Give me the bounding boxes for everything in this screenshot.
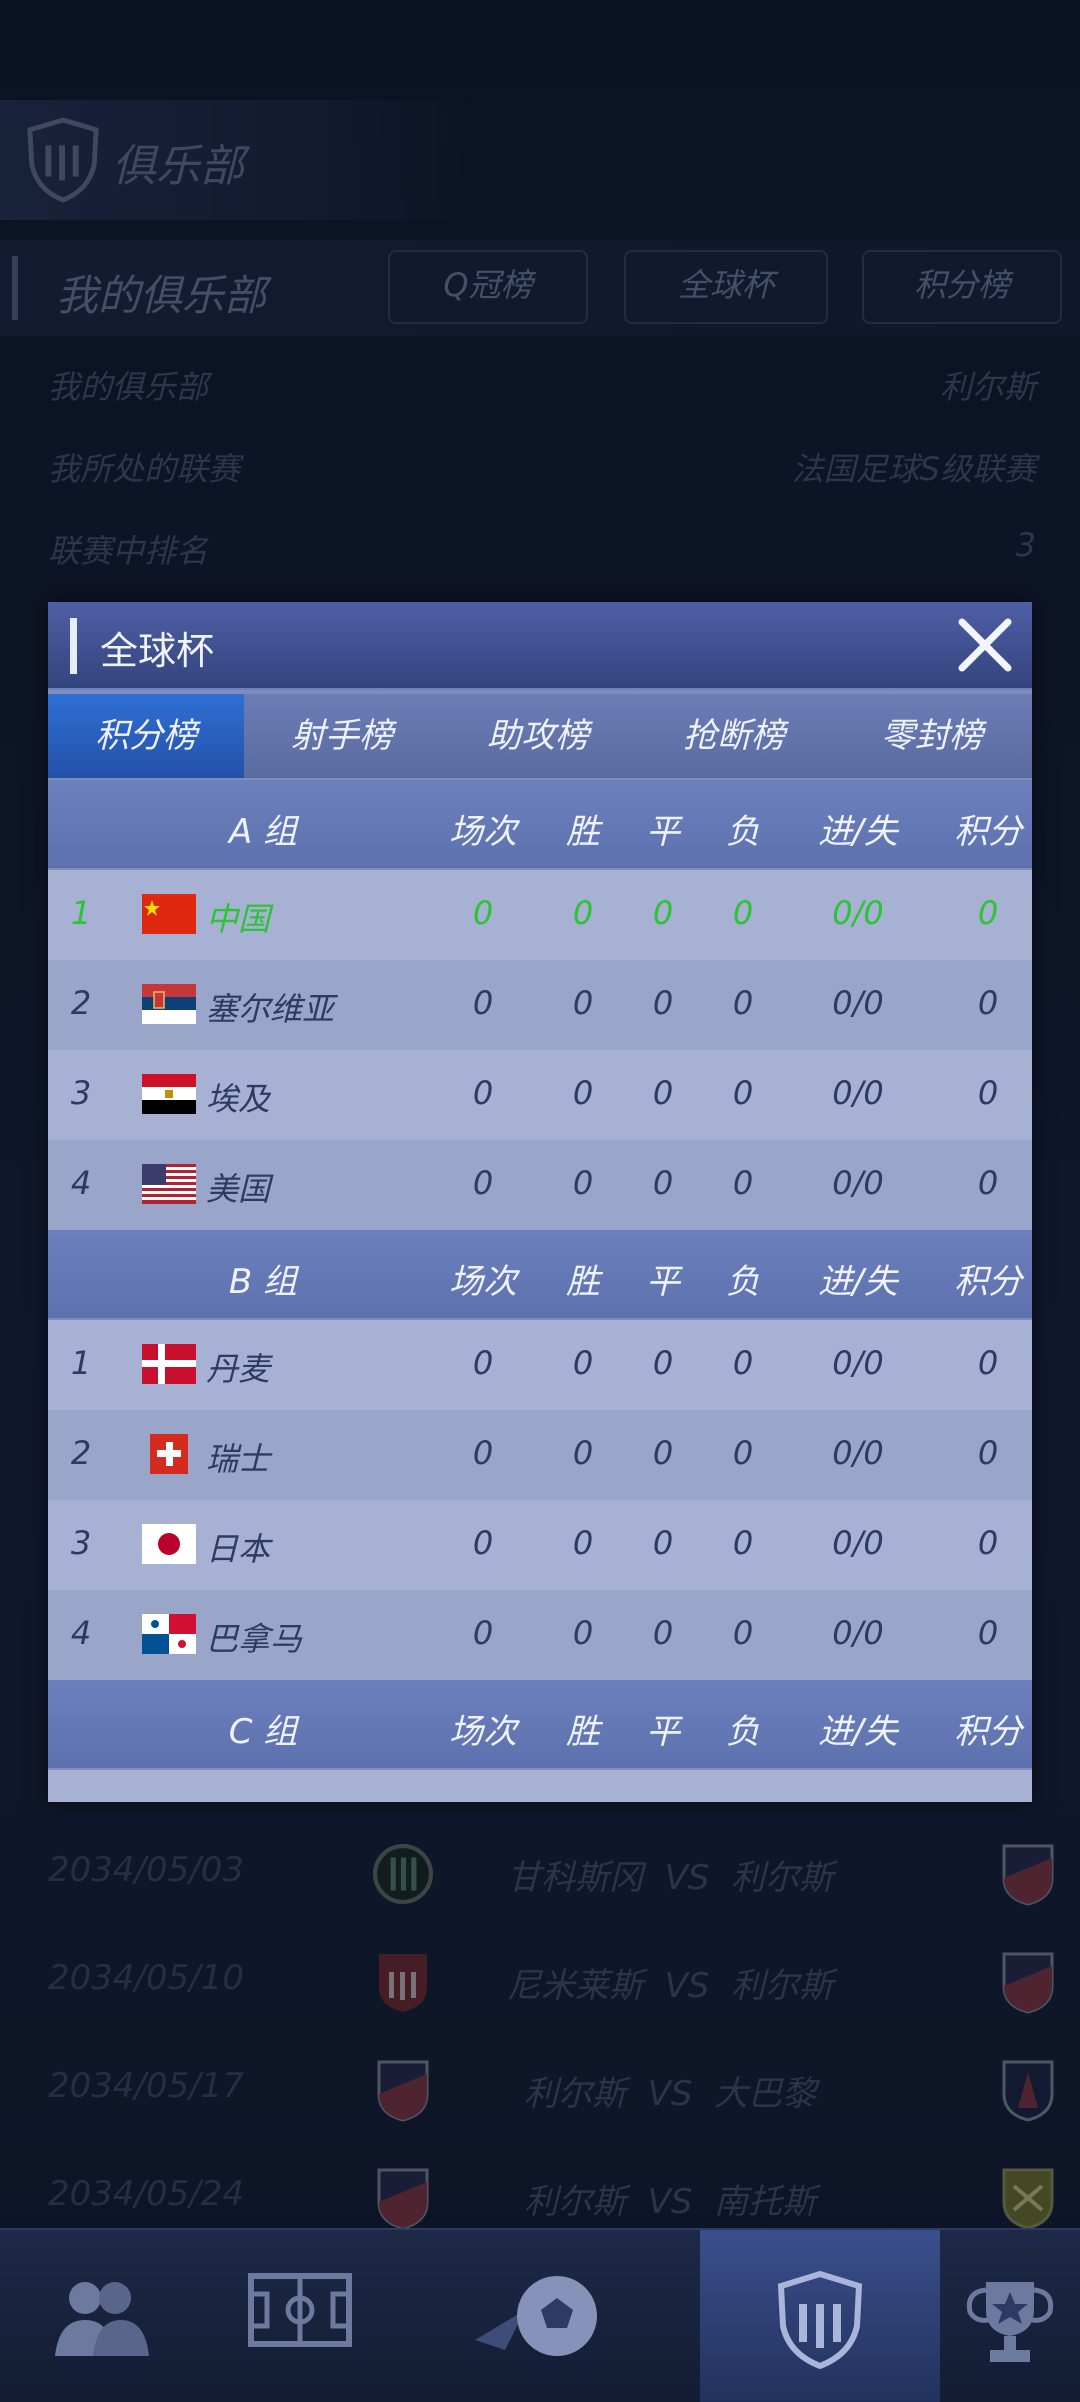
japan-flag-icon [142,1524,196,1564]
switzerland-flag-icon [150,1434,188,1474]
tab-top-scorers[interactable]: 射手榜 [244,694,443,778]
nav-tactics[interactable] [200,2230,400,2402]
panama-flag-icon [142,1614,196,1654]
club-shield-icon [777,2270,863,2370]
bottom-nav [0,2228,1080,2402]
table-row[interactable]: 4 美国 0 0 0 0 0/0 0 [48,1140,1032,1230]
tab-bar: 积分榜 射手榜 助攻榜 抢断榜 零封榜 [48,694,1032,778]
denmark-flag-icon [142,1344,196,1384]
usa-flag-icon [142,1164,196,1204]
china-flag-icon [142,894,196,934]
group-name: C 组 [228,1712,298,1752]
table-row[interactable]: 2 瑞士 0 0 0 0 0/0 0 [48,1410,1032,1500]
pitch-icon [248,2273,352,2347]
egypt-flag-icon [142,1074,196,1114]
tab-clean-sheets[interactable]: 零封榜 [832,694,1032,778]
group-header: C 组 场次 胜 平 负 进/失 积分 [48,1680,1032,1768]
nav-trophy[interactable] [940,2230,1080,2402]
match-ball-icon [475,2276,597,2356]
table-row[interactable]: 4 巴拿马 0 0 0 0 0/0 0 [48,1590,1032,1680]
table-row[interactable]: 1 中国 0 0 0 0 0/0 0 [48,870,1032,960]
table-row[interactable]: 1 丹麦 0 0 0 0 0/0 0 [48,1320,1032,1410]
trophy-icon [966,2282,1054,2362]
modal-header: 全球杯 [48,602,1032,690]
players-icon [55,2282,149,2356]
group-header: B 组 场次 胜 平 负 进/失 积分 [48,1230,1032,1318]
group-header: A 组 场次 胜 平 负 进/失 积分 [48,780,1032,868]
table-row[interactable]: 3 埃及 0 0 0 0 0/0 0 [48,1050,1032,1140]
group-name: A 组 [228,812,298,852]
nav-players[interactable] [0,2230,200,2402]
table-row[interactable]: 3 日本 0 0 0 0 0/0 0 [48,1500,1032,1590]
global-cup-modal: 全球杯 积分榜 射手榜 助攻榜 抢断榜 零封榜 A 组 场次 胜 平 负 进/失… [48,602,1032,1802]
serbia-flag-icon [142,984,196,1024]
nav-club[interactable] [700,2230,940,2402]
tab-assists[interactable]: 助攻榜 [440,694,639,778]
group-name: B 组 [228,1262,298,1302]
table-row[interactable]: 2 塞尔维亚 0 0 0 0 0/0 0 [48,960,1032,1050]
nav-match[interactable] [420,2230,660,2402]
close-icon[interactable] [954,614,1016,676]
tab-tackles[interactable]: 抢断榜 [636,694,835,778]
modal-title: 全球杯 [100,629,215,673]
table-row-partial[interactable] [48,1770,1032,1802]
tab-standings[interactable]: 积分榜 [48,694,247,778]
